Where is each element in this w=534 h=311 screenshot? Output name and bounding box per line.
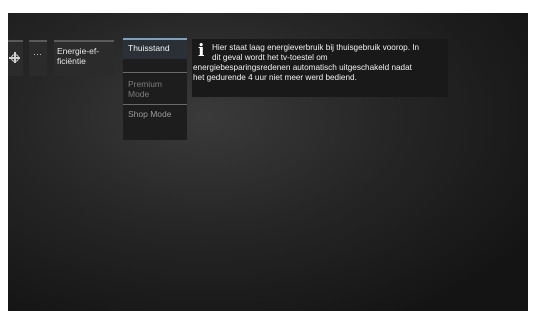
energy-efficiency-tile[interactable]: Energie-ef- ficiëntie [54,40,114,76]
info-line: Hier staat laag energieverbruik bij thui… [212,43,420,52]
info-text: Hier staat laag energieverbruik bij thui… [193,43,445,83]
option-thuisstand[interactable]: Thuisstand [123,38,187,59]
more-tile[interactable]: ··· [29,40,47,76]
info-line: energiebesparingsredenen automatisch uit… [193,63,412,72]
option-shop-mode[interactable]: Shop Mode [123,104,187,122]
tv-screen: ··· Energie-ef- ficiëntie Thuisstand Pre… [8,13,528,311]
option-premium-mode[interactable]: Premium Mode [123,72,187,104]
info-line: dit geval wordt het tv-toestel om [212,53,328,62]
gear-icon [9,52,20,63]
info-line: het gedurende 4 uur niet meer werd bedie… [193,73,357,82]
info-panel: i Hier staat laag energieverbruik bij th… [192,39,448,97]
energy-efficiency-label: Energie-ef- ficiëntie [57,46,100,66]
mode-dropdown: Thuisstand Premium Mode Shop Mode [123,38,187,140]
settings-tile[interactable] [8,40,23,76]
more-label: ··· [33,49,42,59]
